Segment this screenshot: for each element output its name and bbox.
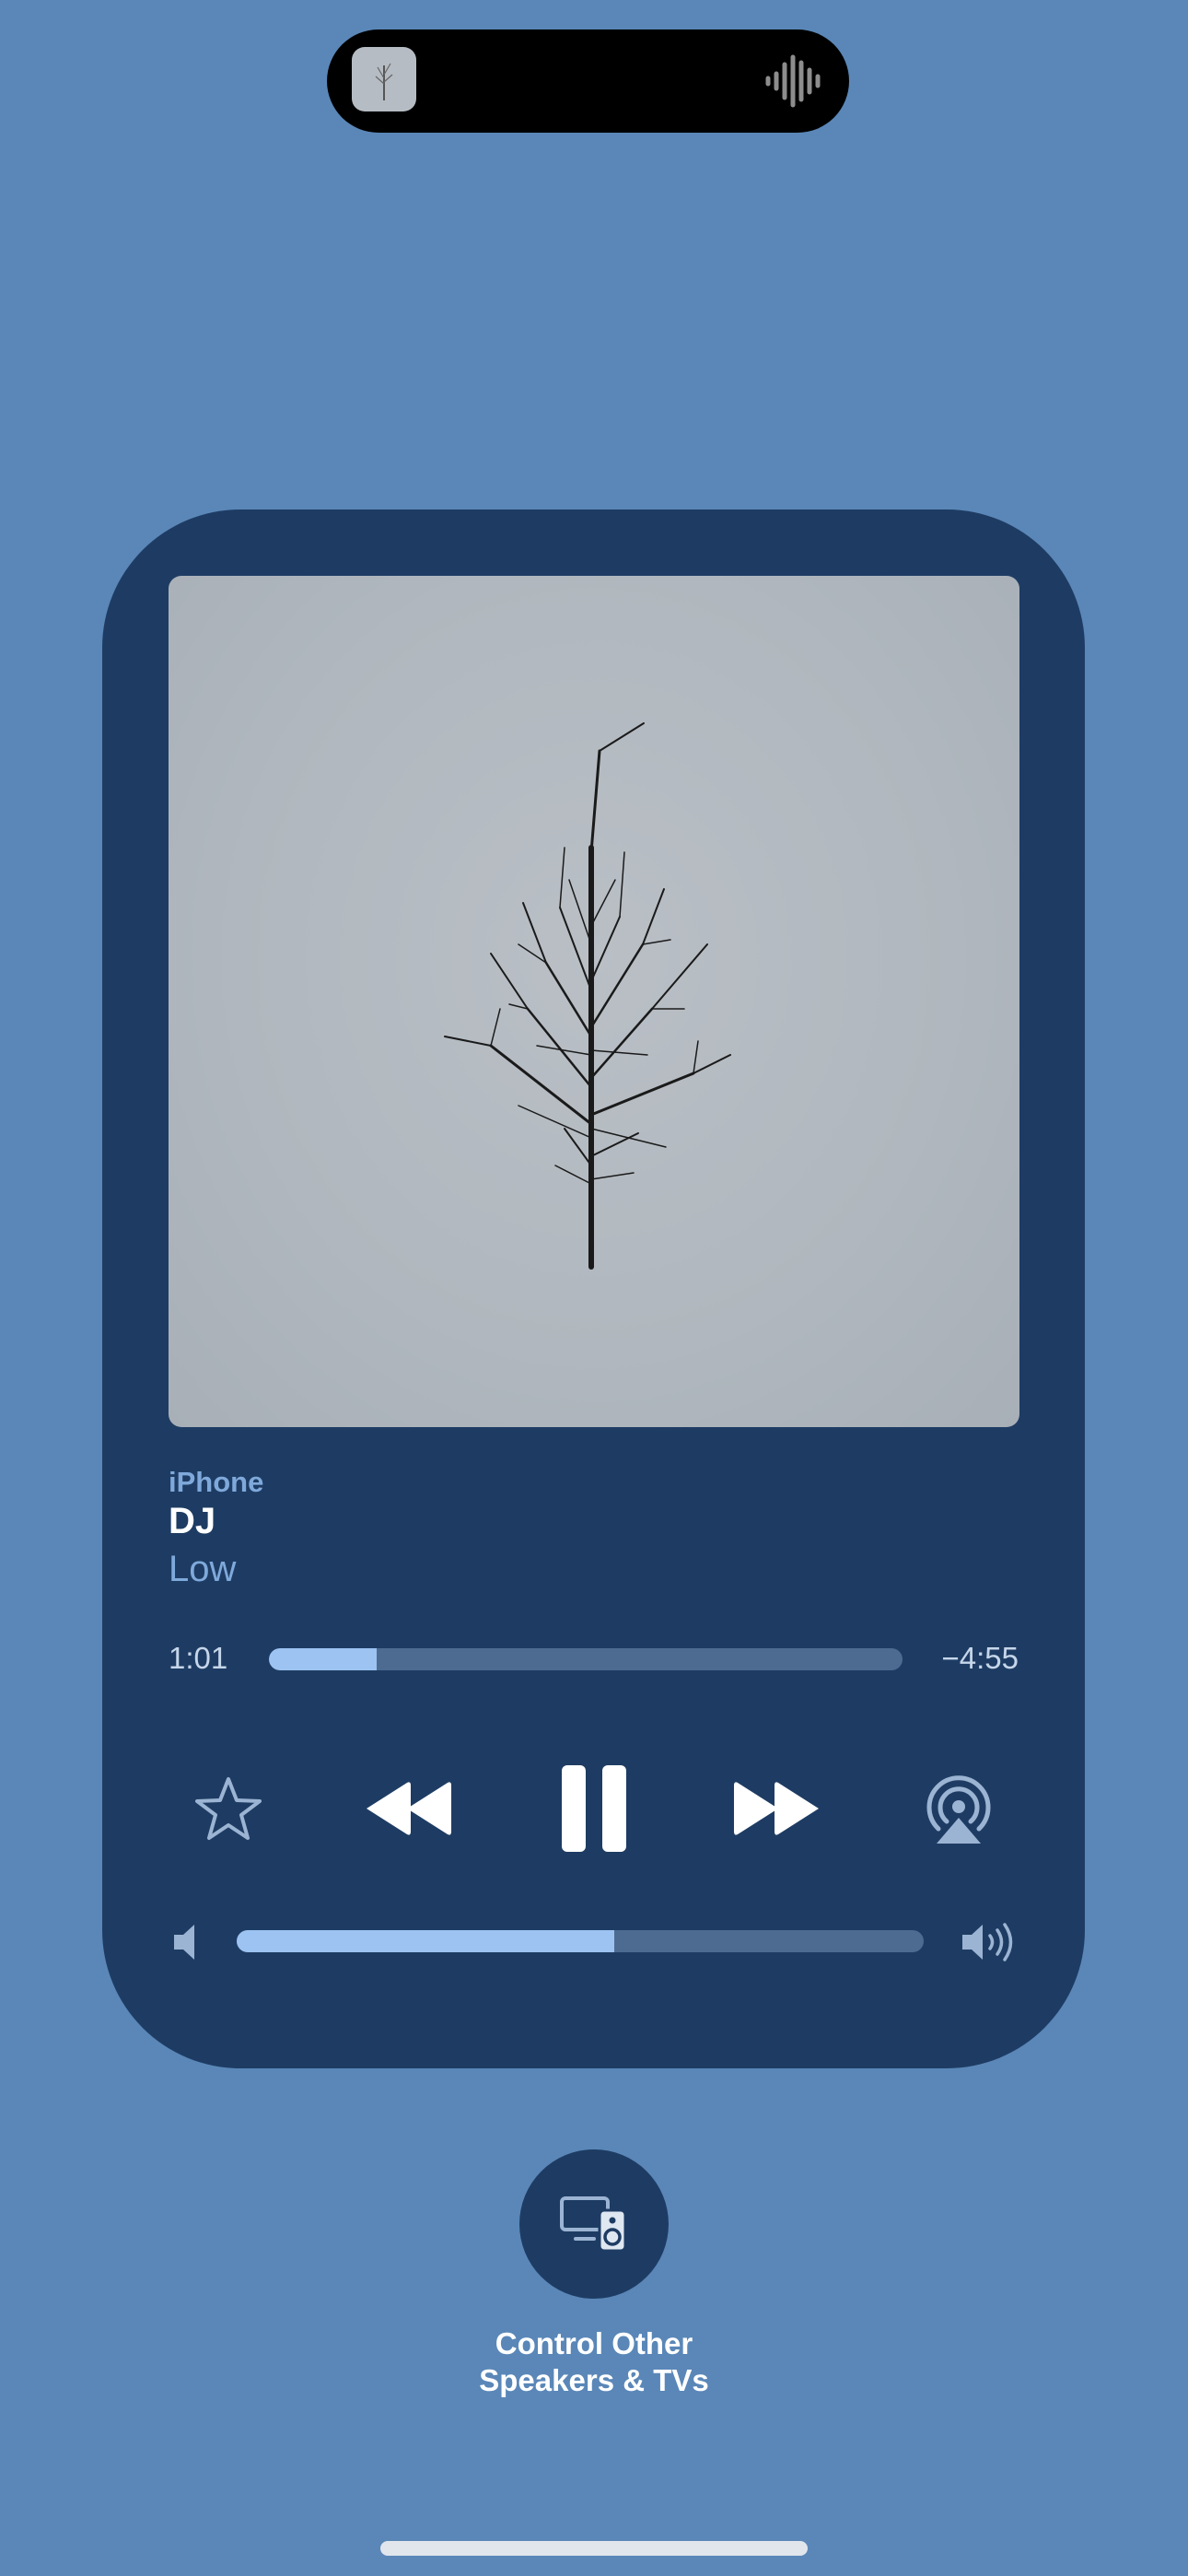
previous-track-button[interactable] <box>358 1758 460 1859</box>
dynamic-island[interactable] <box>327 29 849 133</box>
airplay-audio-icon <box>926 1775 991 1844</box>
playback-scrubber[interactable] <box>269 1648 903 1670</box>
play-pause-button[interactable] <box>543 1758 645 1859</box>
fast-forward-icon <box>734 1782 819 1835</box>
control-other-speakers-label: Control Other Speakers & TVs <box>364 2325 824 2399</box>
volume-level-fill <box>237 1930 615 1952</box>
remaining-time: −4:55 <box>941 1641 1019 1675</box>
album-thumbnail <box>352 47 416 111</box>
home-indicator[interactable] <box>380 2541 808 2556</box>
star-icon <box>195 1777 262 1840</box>
now-playing-card: iPhone DJ Low 1:01 −4:55 <box>102 509 1085 2068</box>
output-device-label: iPhone <box>169 1466 264 1498</box>
airplay-button[interactable] <box>908 1758 1009 1859</box>
control-other-speakers-button[interactable] <box>519 2149 669 2299</box>
playback-progress-fill <box>269 1648 377 1670</box>
rewind-icon <box>367 1782 451 1835</box>
volume-slider[interactable] <box>237 1930 924 1952</box>
next-track-button[interactable] <box>726 1758 827 1859</box>
label-line-1: Control Other <box>495 2326 693 2360</box>
label-line-2: Speakers & TVs <box>479 2363 709 2397</box>
elapsed-time: 1:01 <box>169 1641 228 1675</box>
speaker-low-icon <box>174 1925 194 1960</box>
display-and-speaker-icon <box>560 2196 627 2253</box>
album-artwork[interactable] <box>169 576 1019 1427</box>
favorite-button[interactable] <box>178 1758 279 1859</box>
track-title: DJ <box>169 1501 216 1541</box>
track-artist[interactable]: Low <box>169 1549 236 1590</box>
audio-waveform-icon <box>765 54 821 108</box>
pause-icon <box>562 1765 626 1852</box>
speaker-high-icon <box>962 1923 1013 1961</box>
